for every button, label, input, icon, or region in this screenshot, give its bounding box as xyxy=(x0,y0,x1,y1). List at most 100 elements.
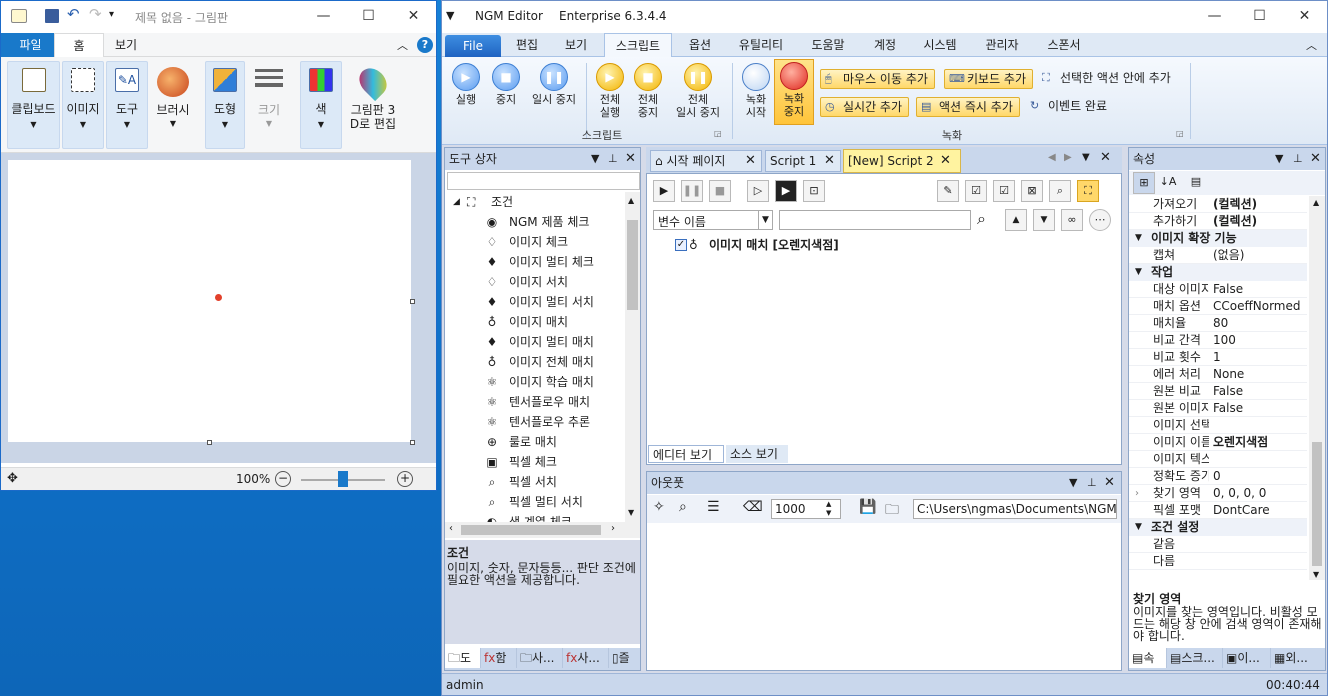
eraser-icon[interactable]: ⌫ xyxy=(743,499,763,515)
minimize-button[interactable]: — xyxy=(1192,1,1237,31)
edit-icon[interactable]: ✎ xyxy=(937,180,959,202)
clean-icon[interactable]: ✧ xyxy=(653,499,665,515)
property-row[interactable]: 이미지 텍스트 xyxy=(1129,451,1307,468)
add-mouse-move-button[interactable]: 🖱 마우스 이동 추가 xyxy=(820,69,935,89)
color-group[interactable]: 색 ▼ xyxy=(300,61,342,149)
add-realtime-button[interactable]: ◷ 실시간 추가 xyxy=(820,97,910,117)
close-tab-icon[interactable]: ✕ xyxy=(824,151,835,171)
count-input[interactable]: 1000 ▲ ▼ xyxy=(771,499,841,519)
property-row[interactable]: 가져오기 (컬렉션) xyxy=(1129,196,1307,213)
property-row[interactable]: 비교 횟수 1 xyxy=(1129,349,1307,366)
resize-handle[interactable] xyxy=(207,440,212,445)
brush-group[interactable]: 브러시 ▼ xyxy=(149,61,197,149)
tab-script-2[interactable]: [New] Script 2 ✕ xyxy=(843,149,961,173)
collapse-icon[interactable]: ▼ xyxy=(1135,519,1142,536)
property-row[interactable]: 이미지 선택 xyxy=(1129,417,1307,434)
close-tab-icon[interactable]: ✕ xyxy=(745,151,756,171)
expand-icon[interactable]: › xyxy=(1135,485,1139,502)
property-row[interactable]: 원본 이미지 False xyxy=(1129,400,1307,417)
pin-icon[interactable]: ⊥ xyxy=(608,148,618,170)
menu-account[interactable]: 계정 xyxy=(867,33,903,57)
run-selected-icon[interactable]: ⊡ xyxy=(803,180,825,202)
menu-edit[interactable]: 편집 xyxy=(507,33,547,57)
menu-system[interactable]: 시스템 xyxy=(916,33,964,57)
properties-vscrollbar[interactable]: ▲ ▼ xyxy=(1309,196,1325,580)
menu-view[interactable]: 보기 xyxy=(556,33,596,57)
clipboard-group[interactable]: 클립보드 ▼ xyxy=(7,61,60,149)
chevron-down-icon[interactable]: ▼ xyxy=(758,211,772,229)
tab-file[interactable]: 파일 xyxy=(1,33,60,57)
resize-handle[interactable] xyxy=(410,440,415,445)
stop-all-button[interactable]: ■ 전체 중지 xyxy=(628,61,668,125)
tab-toolbox[interactable]: 🗀도 xyxy=(445,648,481,668)
tab-source-view[interactable]: 소스 보기 xyxy=(726,445,788,463)
collapse-icon[interactable]: ▼ xyxy=(1135,264,1142,281)
property-category[interactable]: ▼ 작업 xyxy=(1129,264,1307,281)
checkbox[interactable]: ✓ xyxy=(675,239,687,251)
tab-editor-view[interactable]: 에디터 보기 xyxy=(648,445,724,463)
event-done-button[interactable]: ↻ 이벤트 완료 xyxy=(1026,97,1113,117)
minimize-button[interactable]: — xyxy=(301,1,346,31)
collapse-icon[interactable]: ▼ xyxy=(1135,230,1142,247)
variable-select[interactable]: 변수 이름 ▼ xyxy=(653,210,773,230)
toolbox-vscrollbar[interactable]: ▲ ▼ xyxy=(625,192,640,522)
close-panel-icon[interactable]: ✕ xyxy=(625,148,636,170)
scroll-up-icon[interactable]: ▲ xyxy=(1313,198,1319,207)
move-down-icon[interactable]: ▼ xyxy=(1033,209,1055,231)
panel-menu-icon[interactable]: ▼ xyxy=(591,148,599,170)
step-icon[interactable]: ▷ xyxy=(747,180,769,202)
close-button[interactable]: ✕ xyxy=(1282,1,1327,31)
tab-favorites[interactable]: ▯즐 xyxy=(609,648,640,668)
run-from-icon[interactable]: ▶ xyxy=(775,180,797,202)
help-icon[interactable]: ? xyxy=(417,37,433,53)
run-all-button[interactable]: ▶ 전체 실행 xyxy=(590,61,630,125)
search-icon[interactable]: ⌕ xyxy=(977,209,986,229)
tab-user-1[interactable]: 🗀사... xyxy=(517,648,563,668)
qat-dropdown-icon[interactable]: ▾ xyxy=(109,9,114,20)
sort-az-icon[interactable]: ↓A xyxy=(1157,172,1179,194)
list-icon[interactable]: ☰ xyxy=(707,499,720,515)
menu-options[interactable]: 옵션 xyxy=(680,33,720,57)
scroll-up-icon[interactable]: ▲ xyxy=(628,196,634,205)
tab-list-icon[interactable]: ▼ xyxy=(1082,152,1090,163)
panel-menu-icon[interactable]: ▼ xyxy=(1275,148,1283,170)
property-row[interactable]: 추가하기 (컬렉션) xyxy=(1129,213,1307,230)
scroll-right-icon[interactable]: › xyxy=(611,523,615,534)
maximize-button[interactable]: ☐ xyxy=(346,1,391,31)
property-row[interactable]: 다름 xyxy=(1129,553,1307,570)
save-icon[interactable]: 💾 xyxy=(859,499,876,515)
collapse-ribbon-icon[interactable]: ︿ xyxy=(397,37,408,53)
pause-icon[interactable]: ❚❚ xyxy=(681,180,703,202)
close-panel-icon[interactable]: ✕ xyxy=(1104,472,1115,494)
tab-images[interactable]: ▣이... xyxy=(1223,648,1271,668)
close-panel-icon[interactable]: ✕ xyxy=(1100,150,1111,165)
tab-right-icon[interactable]: ▶ xyxy=(1064,152,1072,163)
maximize-button[interactable]: ☐ xyxy=(1237,1,1282,31)
categorized-icon[interactable]: ⊞ xyxy=(1133,172,1155,194)
toolbox-search-input[interactable] xyxy=(447,172,640,190)
run-button[interactable]: ▶ 실행 xyxy=(446,61,486,125)
collapse-ribbon-icon[interactable]: ︿ xyxy=(1306,37,1317,53)
add-keyboard-button[interactable]: ⌨ 키보드 추가 xyxy=(944,69,1034,89)
move-up-icon[interactable]: ▲ xyxy=(1005,209,1027,231)
tab-functions[interactable]: fx함 xyxy=(481,648,517,668)
scroll-thumb[interactable] xyxy=(627,220,638,310)
property-row[interactable]: 이미지 이름 오렌지색점 xyxy=(1129,434,1307,451)
close-button[interactable]: ✕ xyxy=(391,1,436,31)
zoom-in-button[interactable]: + xyxy=(397,471,413,487)
size-group[interactable]: 크기 ▼ xyxy=(249,61,289,149)
system-menu-icon[interactable]: ▼ xyxy=(446,9,454,22)
stop-button[interactable]: ■ 중지 xyxy=(486,61,526,125)
pin-icon[interactable]: ⊥ xyxy=(1087,472,1097,494)
property-row[interactable]: 원본 비교 False xyxy=(1129,383,1307,400)
zoom-out-button[interactable]: − xyxy=(275,471,291,487)
close-tab-icon[interactable]: ✕ xyxy=(940,150,951,172)
dialog-launcher-icon[interactable]: ◲ xyxy=(714,129,722,138)
tab-external[interactable]: ▦외... xyxy=(1271,648,1325,668)
folder-icon[interactable]: 🗀 xyxy=(885,499,899,523)
property-row[interactable]: › 찾기 영역 0, 0, 0, 0 xyxy=(1129,485,1307,502)
scroll-thumb[interactable] xyxy=(461,525,601,535)
scroll-thumb[interactable] xyxy=(1312,442,1322,566)
scroll-down-icon[interactable]: ▼ xyxy=(1313,570,1319,579)
menu-utility[interactable]: 유틸리티 xyxy=(731,33,791,57)
